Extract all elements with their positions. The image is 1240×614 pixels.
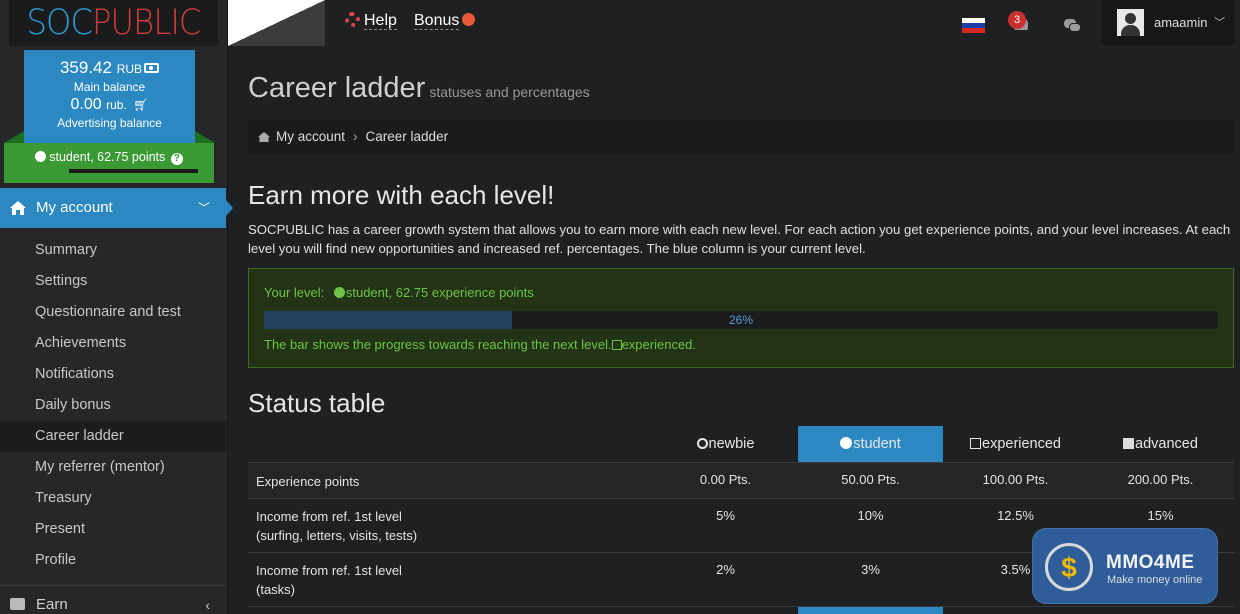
table-cell: 5%	[716, 508, 735, 523]
row-label: Experience points	[256, 474, 360, 489]
topbar: Help Bonus 3 amaamin ﹀	[228, 0, 1240, 46]
language-flag-icon[interactable]	[962, 18, 985, 33]
sidebar-item-daily-bonus[interactable]: Daily bonus	[0, 390, 226, 421]
watermark-title: MMO4ME	[1106, 552, 1195, 573]
table-row: Experience points 0.00 Pts. 50.00 Pts. 1…	[248, 463, 1234, 499]
row-label: Income from ref. 1st level (tasks)	[256, 563, 402, 597]
table-cell: 200.00 Pts.	[1127, 472, 1194, 487]
status-progress-bar	[24, 169, 198, 173]
sidebar-item-profile[interactable]: Profile	[0, 545, 226, 576]
watermark-subtitle: Make money online	[1107, 574, 1203, 586]
sidebar-item-present[interactable]: Present	[0, 514, 226, 545]
chevron-left-icon: ‹	[205, 597, 210, 613]
sidebar-item-referrer[interactable]: My referrer (mentor)	[0, 452, 226, 483]
table-header: newbie student experienced advanced	[248, 426, 1234, 463]
level-value: student, 62.75 experience points	[345, 285, 534, 300]
table-cell: 50.00 Pts.	[841, 472, 900, 487]
level-label: Your level:	[264, 285, 325, 300]
column-newbie: newbie	[653, 426, 798, 463]
sidebar-item-questionnaire[interactable]: Questionnaire and test	[0, 297, 226, 328]
status-text: student, 62.75 points	[49, 150, 166, 164]
sidebar-item-settings[interactable]: Settings	[0, 266, 226, 297]
page-title: Career ladder statuses and percentages	[248, 72, 590, 104]
level-progress-bar: 26%	[264, 311, 1218, 329]
site-logo[interactable]: SOCPUBLIC	[9, 0, 218, 46]
main-balance-label: Main balance	[73, 80, 146, 94]
bonus-link[interactable]: Bonus	[414, 12, 476, 30]
column-student: student	[798, 426, 943, 463]
adv-balance-label: Advertising balance	[57, 116, 162, 130]
page-subtitle: statuses and percentages	[429, 84, 590, 100]
briefcase-icon	[10, 598, 25, 610]
user-menu[interactable]: amaamin ﹀	[1102, 0, 1234, 45]
notifications-button[interactable]: 3	[1008, 11, 1030, 33]
status-ribbon[interactable]: student, 62.75 points ?	[4, 143, 214, 183]
balance-box: 359.42 RUB Main balance 0.00 rub. 🛒︎ Adv…	[24, 50, 195, 143]
table-cell: 100.00 Pts.	[982, 472, 1049, 487]
apple-icon	[462, 13, 476, 26]
main-content: Career ladder statuses and percentages My…	[248, 46, 1234, 419]
notification-badge: 3	[1008, 11, 1026, 29]
column-experienced: experienced	[943, 426, 1088, 463]
circle-icon	[840, 437, 853, 449]
cart-icon: 🛒︎	[133, 98, 149, 112]
table-cell: 10%	[857, 508, 884, 523]
ribbon-fold-left	[4, 131, 24, 143]
table-cell: 2%	[716, 562, 735, 577]
chevron-down-icon: ﹀	[197, 201, 210, 215]
square-icon	[970, 438, 981, 449]
ring-icon	[696, 438, 708, 449]
home-icon	[258, 132, 270, 142]
username: amaamin	[1154, 15, 1208, 30]
home-icon	[10, 201, 26, 215]
earn-text: SOCPUBLIC has a career growth system tha…	[248, 222, 1231, 256]
level-next: experienced.	[621, 337, 697, 352]
table-cell: 3%	[861, 562, 880, 577]
submenu: Summary Settings Questionnaire and test …	[0, 235, 226, 576]
dollar-coin-icon: $	[1045, 543, 1093, 591]
status-circle-icon	[35, 151, 47, 162]
column-advanced: advanced	[1088, 426, 1233, 463]
sidebar-item-treasury[interactable]: Treasury	[0, 483, 226, 514]
status-circle-icon	[333, 287, 345, 298]
table-cell: 15%	[1147, 508, 1174, 523]
sidebar-item-career-ladder[interactable]: Career ladder	[0, 421, 226, 452]
table-cell: 12.5%	[997, 508, 1034, 523]
help-link[interactable]: Help	[345, 12, 397, 30]
table-cell: 0.00 Pts.	[699, 472, 752, 487]
row-label: Income from ref. 1st level (surfing, lett…	[256, 509, 418, 543]
square-icon	[611, 340, 622, 350]
money-icon	[144, 63, 160, 73]
breadcrumb-separator: ›	[353, 129, 358, 144]
earn-heading: Earn more with each level!	[248, 180, 555, 210]
sidebar-item-notifications[interactable]: Notifications	[0, 359, 226, 390]
status-table-heading: Status table	[248, 388, 386, 418]
sidebar-toggle[interactable]	[228, 0, 325, 46]
chat-icon[interactable]	[1064, 19, 1082, 32]
sidebar-item-summary[interactable]: Summary	[0, 235, 226, 266]
ribbon-fold-right	[195, 131, 215, 143]
sidebar: SOCPUBLIC 359.42 RUB Main balance 0.00 r…	[0, 0, 233, 614]
breadcrumb-career-ladder: Career ladder	[365, 129, 449, 144]
level-box: Your level: student, 62.75 experience po…	[248, 268, 1234, 368]
filled-square-icon	[1123, 438, 1135, 449]
lifebuoy-icon	[345, 12, 360, 27]
level-note: The bar shows the progress towards reach…	[264, 337, 612, 352]
help-icon[interactable]: ?	[170, 153, 183, 165]
sidebar-item-achievements[interactable]: Achievements	[0, 328, 226, 359]
breadcrumb: My account › Career ladder	[248, 119, 1234, 154]
nav-my-account[interactable]: My account ﹀	[0, 188, 233, 228]
nav-earn[interactable]: Earn ‹	[0, 585, 226, 614]
main-balance-amount: 359.42	[59, 58, 112, 77]
chevron-down-icon: ﹀	[1214, 17, 1225, 29]
avatar	[1117, 9, 1144, 36]
level-progress-percent: 26%	[728, 313, 754, 327]
watermark-logo: $ MMO4ME Make money online	[1032, 528, 1218, 604]
breadcrumb-my-account[interactable]: My account	[276, 129, 345, 144]
adv-balance-amount: 0.00	[70, 96, 102, 113]
